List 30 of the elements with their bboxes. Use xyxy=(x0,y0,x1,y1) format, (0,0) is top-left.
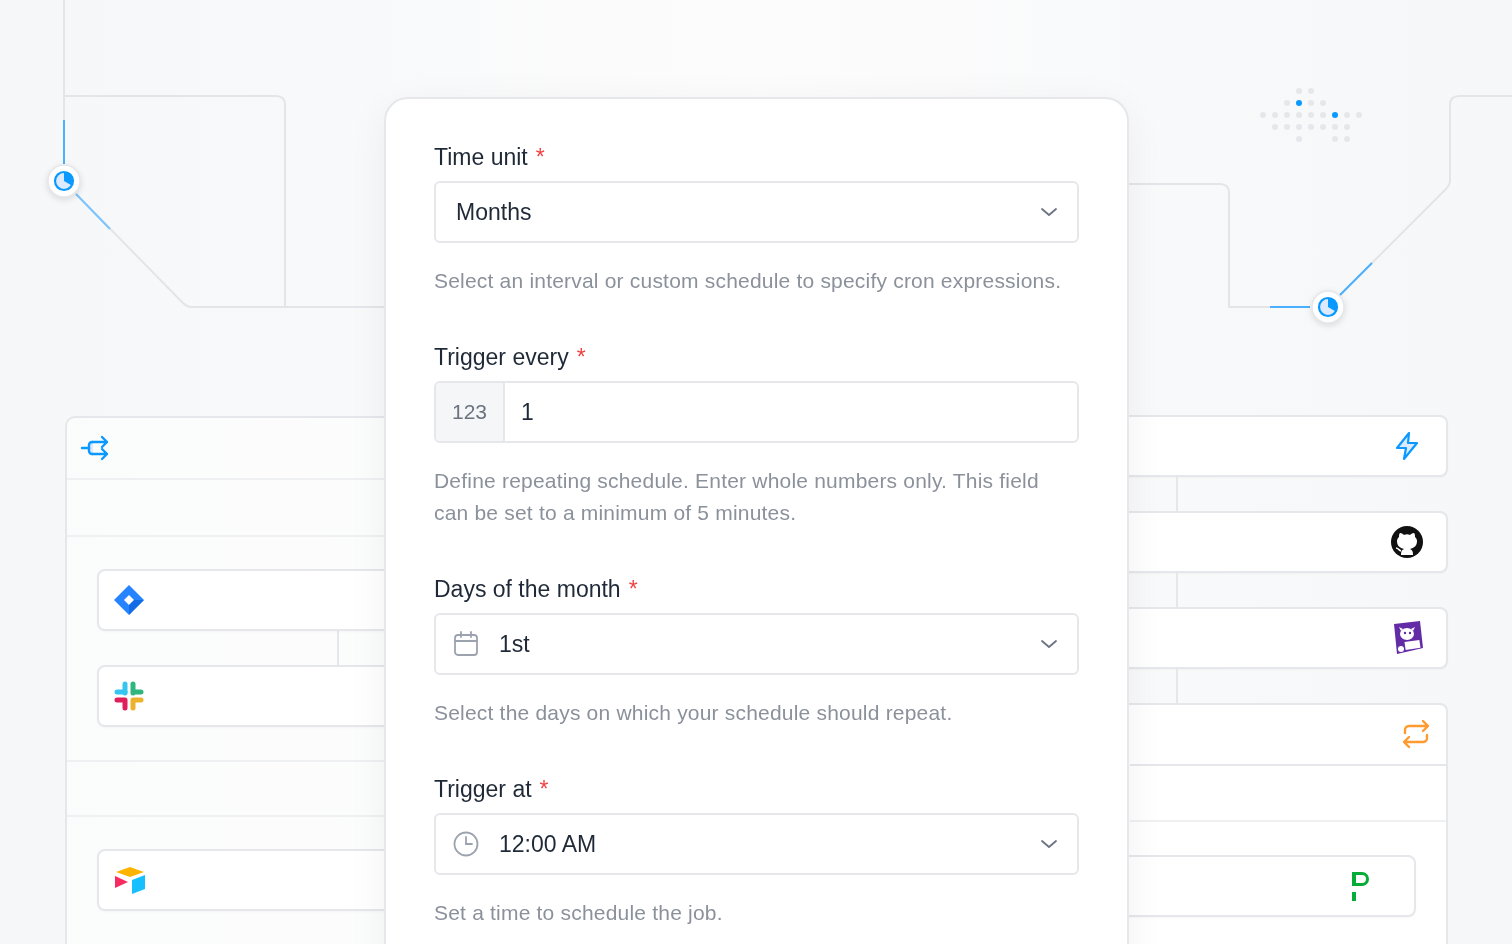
required-mark: * xyxy=(628,576,638,602)
select-field[interactable]: 12:00 AM xyxy=(434,813,1079,875)
helper-text: Select an interval or custom schedule to specify cron expressions. xyxy=(434,268,1063,294)
dog-logo-icon xyxy=(1392,621,1424,655)
helper-text: Define repeating schedule. Enter whole numbers only. This field can be set to a minimum of 5 minutes. xyxy=(434,468,1040,526)
hash-logo-icon xyxy=(113,680,145,712)
field-label: Time unit xyxy=(434,144,528,170)
branch-icon xyxy=(80,433,110,463)
cube-logo-icon xyxy=(113,865,147,895)
number-input[interactable]: 1 xyxy=(505,383,1077,441)
field-label: Days of the month xyxy=(434,576,621,602)
required-mark: * xyxy=(535,144,545,170)
clock-icon xyxy=(453,831,479,857)
helper-text: Select the days on which your schedule should repeat. xyxy=(434,700,954,726)
pie-chart-node xyxy=(1311,290,1345,324)
select-field[interactable]: 1st xyxy=(434,613,1079,675)
cat-logo-icon xyxy=(1390,525,1424,559)
select-field[interactable]: Months xyxy=(434,181,1079,243)
number-field[interactable]: 123 1 xyxy=(434,381,1079,443)
field-label: Trigger at xyxy=(434,776,532,802)
required-mark: * xyxy=(576,344,586,370)
diamond-logo-icon xyxy=(113,584,145,616)
calendar-icon xyxy=(453,631,479,657)
pie-chart-node xyxy=(47,164,81,198)
repeat-icon xyxy=(1401,719,1431,749)
lightning-icon xyxy=(1394,431,1420,461)
required-mark: * xyxy=(539,776,549,802)
field-label: Trigger every xyxy=(434,344,569,370)
helper-text: Set a time to schedule the job. xyxy=(434,900,724,926)
input-prefix: 123 xyxy=(436,383,506,441)
